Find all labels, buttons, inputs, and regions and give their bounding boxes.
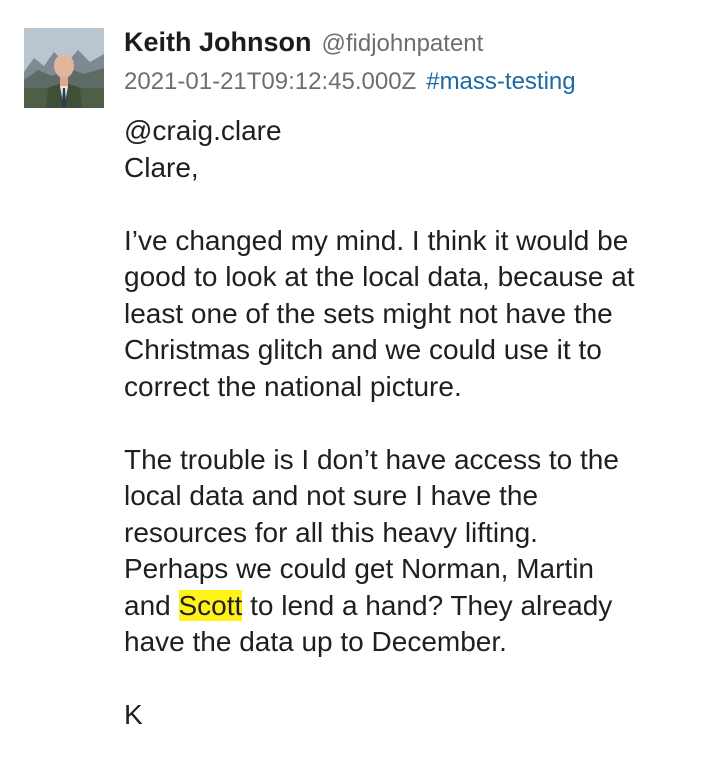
hashtag-link[interactable]: #mass-testing	[426, 68, 575, 96]
greeting-line: Clare,	[124, 151, 199, 183]
paragraph-1-line-2: good to look at the local data, because …	[124, 261, 635, 292]
paragraph-2-line-5: and Scott to lend a hand? They already	[124, 588, 700, 625]
post-body: @craig.clare Clare, I’ve changed my mind…	[124, 113, 700, 734]
paragraph-2-line-1: The trouble is I don’t have access to th…	[124, 443, 619, 475]
user-avatar-photo-icon	[24, 28, 104, 108]
post-timestamp[interactable]: 2021-01-21T09:12:45.000Z	[124, 68, 416, 96]
author-handle[interactable]: @fidjohnpatent	[322, 30, 484, 58]
paragraph-1-line-5: correct the national picture.	[124, 370, 462, 402]
mention-link[interactable]: @craig.clare	[124, 113, 700, 150]
paragraph-2-line-2: local data and not sure I have the	[124, 480, 539, 511]
post-header: Keith Johnson @fidjohnpatent 2021-01-21T…	[124, 27, 700, 102]
search-highlight: Scott	[178, 589, 243, 621]
paragraph-2-line-3: resources for all this heavy lifting.	[124, 516, 538, 548]
author-row: Keith Johnson @fidjohnpatent	[124, 27, 700, 63]
author-avatar[interactable]	[24, 28, 104, 108]
signoff-line: K	[124, 699, 143, 730]
paragraph-1-line-3: least one of the sets might not have the	[124, 297, 613, 329]
paragraph-1-line-1: I’ve changed my mind. I think it would b…	[124, 224, 629, 256]
line-text-after-highlight: to lend a hand? They already	[242, 589, 613, 621]
paragraph-1-line-4: Christmas glitch and we could use it to	[124, 334, 602, 365]
post-meta-row: 2021-01-21T09:12:45.000Z #mass-testing	[124, 68, 700, 102]
line-text-before-highlight: and	[124, 589, 179, 621]
paragraph-2-line-6: have the data up to December.	[124, 626, 507, 657]
paragraph-2-line-4: Perhaps we could get Norman, Martin	[124, 553, 594, 584]
author-display-name[interactable]: Keith Johnson	[124, 27, 312, 58]
